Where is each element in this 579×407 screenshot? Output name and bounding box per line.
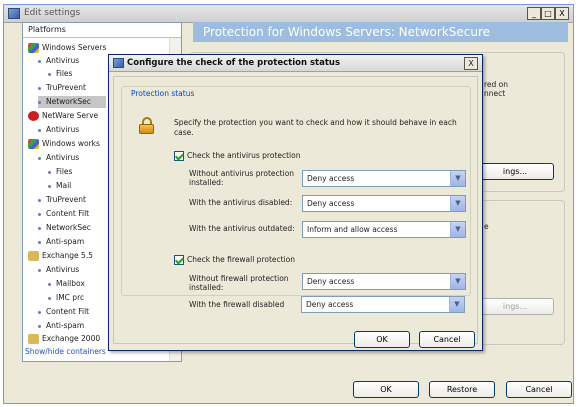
bullet-icon bbox=[48, 72, 51, 76]
window-title: Edit settings bbox=[24, 8, 81, 18]
tree-item[interactable]: Anti-spam bbox=[38, 320, 84, 332]
show-hide-containers-link[interactable]: Show/hide containers bbox=[25, 347, 106, 356]
antivirus-check[interactable]: Check the antivirus protection bbox=[174, 150, 301, 162]
protection-status-group: Protection status Specify the protection… bbox=[121, 86, 471, 309]
field-label: With the antivirus outdated: bbox=[189, 224, 295, 233]
bullet-icon bbox=[38, 212, 41, 216]
platforms-header: Platforms bbox=[23, 23, 181, 38]
settings-button[interactable]: ings... bbox=[476, 163, 554, 180]
tree-item[interactable]: Exchange 2000 bbox=[28, 333, 100, 345]
tree-item[interactable]: Exchange 5.5 bbox=[28, 250, 93, 262]
title-bar: Edit settings _ □ X bbox=[4, 5, 573, 23]
exchange-icon bbox=[28, 251, 39, 261]
bullet-icon bbox=[38, 268, 41, 272]
panel-title: Protection for Windows Servers: NetworkS… bbox=[193, 22, 568, 42]
dialog-cancel-button[interactable]: Cancel bbox=[419, 331, 475, 348]
select-dropdown[interactable]: Deny access ▼ bbox=[302, 273, 466, 290]
select-dropdown[interactable]: Deny access ▼ bbox=[302, 195, 466, 212]
settings-button-disabled: ings... bbox=[476, 298, 554, 315]
bullet-icon bbox=[38, 198, 41, 202]
dialog-content: Protection status Specify the protection… bbox=[113, 76, 478, 344]
tree-item[interactable]: IMC prc bbox=[48, 292, 84, 304]
field-label: With the firewall disabled bbox=[189, 300, 285, 309]
bullet-icon bbox=[48, 282, 51, 286]
windows-icon bbox=[28, 139, 39, 149]
chevron-down-icon[interactable]: ▼ bbox=[450, 274, 465, 289]
bullet-icon bbox=[38, 100, 41, 104]
tree-item[interactable]: Antivirus bbox=[38, 55, 79, 67]
select-dropdown[interactable]: Inform and allow access ▼ bbox=[302, 221, 466, 238]
bullet-icon bbox=[38, 324, 41, 328]
dialog-close-button[interactable]: X bbox=[464, 57, 478, 70]
field-label: Without firewall protection installed: bbox=[189, 274, 289, 292]
bullet-icon bbox=[38, 86, 41, 90]
bullet-icon bbox=[38, 226, 41, 230]
tree-item-selected[interactable]: NetworkSec bbox=[38, 96, 106, 108]
tree-item[interactable]: Files bbox=[48, 68, 72, 80]
chevron-down-icon[interactable]: ▼ bbox=[450, 171, 465, 186]
lock-icon bbox=[138, 117, 156, 135]
exchange-icon bbox=[28, 334, 39, 344]
chevron-down-icon[interactable]: ▼ bbox=[449, 297, 464, 312]
configure-dialog: Configure the check of the protection st… bbox=[108, 54, 483, 351]
firewall-check[interactable]: Check the firewall protection bbox=[174, 254, 295, 266]
tree-item[interactable]: Windows Servers bbox=[28, 42, 106, 54]
bullet-icon bbox=[48, 184, 51, 188]
bullet-icon bbox=[48, 296, 51, 300]
tree-item[interactable]: Anti-spam bbox=[38, 236, 84, 248]
checkbox-icon[interactable] bbox=[174, 255, 184, 265]
settings-text-1: red on nnect bbox=[484, 80, 509, 98]
tree-item[interactable]: TruPrevent bbox=[38, 194, 86, 206]
settings-text-2: e bbox=[484, 222, 489, 231]
restore-button[interactable]: Restore bbox=[429, 381, 495, 398]
dialog-title-bar: Configure the check of the protection st… bbox=[109, 55, 482, 72]
description-text: Specify the protection you want to check… bbox=[174, 118, 457, 137]
tree-item[interactable]: Mailbox bbox=[48, 278, 85, 290]
select-dropdown[interactable]: Deny access ▼ bbox=[302, 170, 466, 187]
app-icon bbox=[8, 8, 20, 19]
tree-item[interactable]: Content Filt bbox=[38, 208, 89, 220]
tree-item[interactable]: Antivirus bbox=[38, 124, 79, 136]
bullet-icon bbox=[48, 170, 51, 174]
chevron-down-icon[interactable]: ▼ bbox=[450, 196, 465, 211]
minimize-button[interactable]: _ bbox=[527, 7, 541, 20]
tree-item[interactable]: Antivirus bbox=[38, 152, 79, 164]
maximize-button[interactable]: □ bbox=[541, 7, 555, 20]
close-button[interactable]: X bbox=[555, 7, 569, 20]
chevron-down-icon[interactable]: ▼ bbox=[450, 222, 465, 237]
group-title: Protection status bbox=[129, 89, 197, 98]
tree-item[interactable]: Antivirus bbox=[38, 264, 79, 276]
cancel-button[interactable]: Cancel bbox=[506, 381, 572, 398]
bullet-icon bbox=[38, 156, 41, 160]
tree-item[interactable]: Content Filt bbox=[38, 306, 89, 318]
windows-icon bbox=[28, 43, 39, 53]
tree-item[interactable]: NetworkSec bbox=[38, 222, 91, 234]
checkbox-icon[interactable] bbox=[174, 151, 184, 161]
tree-item[interactable]: Mail bbox=[48, 180, 71, 192]
tree-item[interactable]: TruPrevent bbox=[38, 82, 86, 94]
tree-item[interactable]: Files bbox=[48, 166, 72, 178]
ok-button[interactable]: OK bbox=[353, 381, 419, 398]
dialog-app-icon bbox=[113, 58, 124, 68]
field-label: Without antivirus protection installed: bbox=[189, 169, 295, 187]
bullet-icon bbox=[38, 128, 41, 132]
bullet-icon bbox=[38, 59, 41, 63]
netware-icon bbox=[28, 111, 39, 121]
dialog-title: Configure the check of the protection st… bbox=[127, 58, 341, 68]
field-label: With the antivirus disabled: bbox=[189, 198, 293, 207]
bullet-icon bbox=[38, 240, 41, 244]
dialog-ok-button[interactable]: OK bbox=[354, 331, 410, 348]
bullet-icon bbox=[38, 310, 41, 314]
tree-item[interactable]: NetWare Serve bbox=[28, 110, 98, 122]
select-dropdown[interactable]: Deny access ▼ bbox=[301, 296, 465, 313]
tree-item[interactable]: Windows works bbox=[28, 138, 100, 150]
